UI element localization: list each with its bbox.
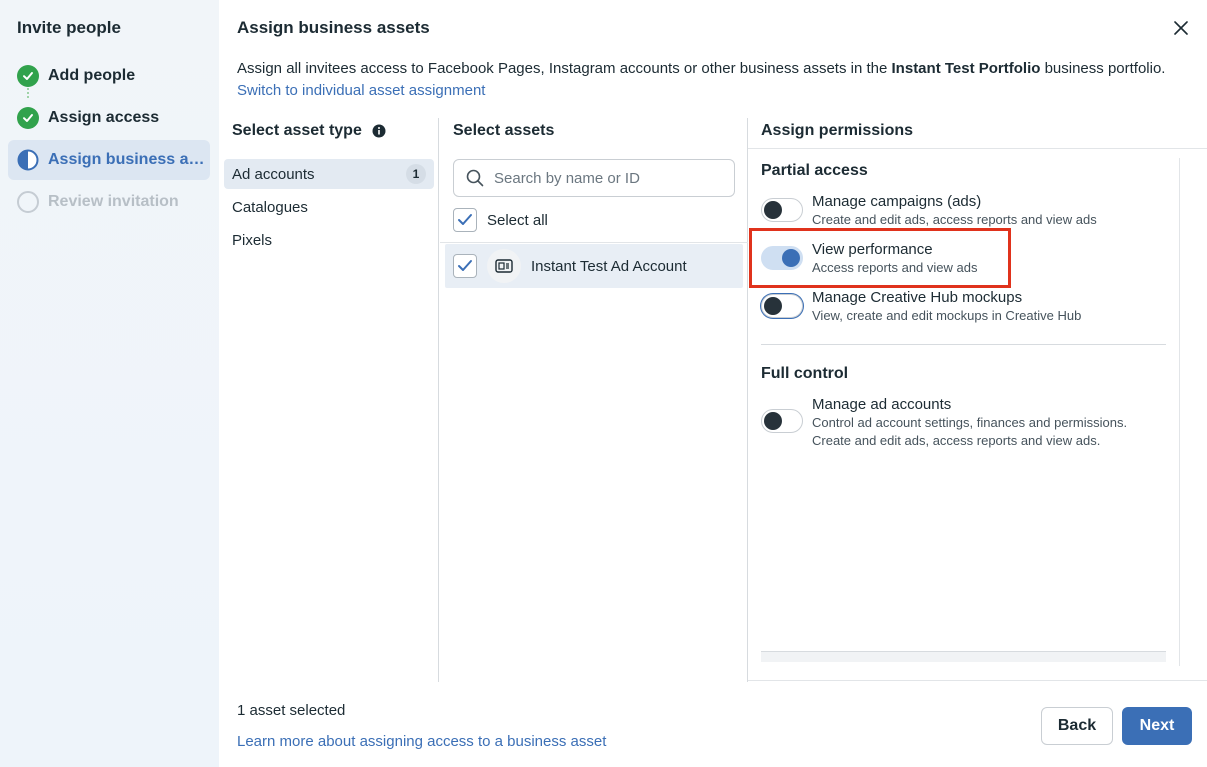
info-icon[interactable]	[372, 124, 386, 138]
back-button[interactable]: Back	[1041, 707, 1113, 745]
ad-account-icon	[487, 249, 521, 283]
step-add-people[interactable]: Add people	[8, 56, 210, 96]
switch-individual-assignment-link[interactable]: Switch to individual asset assignment	[237, 82, 485, 99]
step-connector	[27, 88, 29, 98]
search-input[interactable]	[494, 169, 724, 187]
checkmark-icon	[458, 214, 472, 225]
perm-desc: View, create and edit mockups in Creativ…	[812, 308, 1082, 323]
asset-name: Instant Test Ad Account	[531, 257, 687, 275]
assets-selected-count: 1 asset selected	[237, 702, 346, 719]
full-control-title: Full control	[761, 365, 849, 382]
scrollbar-track[interactable]	[1179, 158, 1180, 666]
step-label: Assign access	[48, 109, 160, 126]
dialog-description: Assign all invitees access to Facebook P…	[237, 60, 1166, 99]
divider	[748, 148, 1207, 149]
step-assign-access[interactable]: Assign access	[8, 98, 210, 138]
asset-type-header: Select asset type	[219, 118, 438, 144]
dialog-title: Assign business assets	[237, 18, 430, 37]
assign-assets-dialog: Assign business assets Assign all invite…	[219, 0, 1207, 767]
asset-search-box[interactable]	[453, 159, 735, 197]
perm-desc: Control ad account settings, finances an…	[812, 415, 1128, 448]
empty-circle-icon	[17, 191, 39, 213]
asset-checkbox[interactable]	[453, 254, 477, 278]
asset-type-catalogues[interactable]: Catalogues	[224, 192, 434, 222]
select-all-checkbox[interactable]: Select all	[453, 208, 548, 232]
check-circle-icon	[17, 65, 39, 87]
checkbox-checked[interactable]	[453, 208, 477, 232]
toggle-switch[interactable]	[761, 294, 803, 318]
divider	[440, 242, 748, 243]
step-label: Assign business assets	[48, 151, 208, 168]
perm-manage-ad-accounts: Manage ad accounts Control ad account se…	[761, 396, 1127, 450]
asset-type-pixels[interactable]: Pixels	[224, 225, 434, 255]
portfolio-name: Instant Test Portfolio	[891, 60, 1041, 77]
step-label: Review invitation	[48, 193, 179, 210]
invite-stepper-sidebar: Invite people Add people Assign access A…	[0, 0, 219, 767]
perm-title: Manage campaigns (ads)	[812, 193, 982, 210]
asset-type-ad-accounts[interactable]: Ad accounts 1	[224, 159, 434, 189]
assets-header: Select assets	[453, 122, 555, 139]
learn-more-link[interactable]: Learn more about assigning access to a b…	[237, 733, 606, 750]
permissions-column: Assign permissions Partial access Manage…	[748, 118, 1207, 681]
search-icon	[466, 169, 484, 187]
checkmark-icon	[458, 260, 472, 271]
perm-manage-campaigns: Manage campaigns (ads) Create and edit a…	[761, 193, 1097, 229]
asset-type-column: Select asset type Ad accounts 1 Catalogu…	[219, 118, 439, 682]
scroll-fade	[761, 652, 1166, 662]
close-icon	[1174, 21, 1188, 35]
permissions-header: Assign permissions	[761, 122, 914, 139]
highlight-annotation-box	[749, 228, 1011, 288]
section-divider	[761, 344, 1166, 345]
asset-row-instant-test-ad-account[interactable]: Instant Test Ad Account	[445, 244, 743, 288]
perm-title: Manage Creative Hub mockups	[812, 289, 1023, 306]
toggle-switch[interactable]	[761, 409, 803, 433]
check-circle-icon	[17, 107, 39, 129]
assets-column: Select assets Select all Instant Test Ad…	[440, 118, 748, 682]
partial-access-title: Partial access	[761, 162, 868, 179]
perm-title: Manage ad accounts	[812, 396, 952, 413]
next-button[interactable]: Next	[1122, 707, 1192, 745]
step-review-invitation: Review invitation	[8, 182, 210, 222]
toggle-knob	[764, 201, 782, 219]
sidebar-title: Invite people	[17, 18, 121, 37]
perm-manage-creative-hub: Manage Creative Hub mockups View, create…	[761, 289, 1081, 325]
count-badge: 1	[406, 164, 426, 184]
step-assign-business-assets[interactable]: Assign business assets	[8, 140, 210, 180]
toggle-knob	[764, 297, 782, 315]
toggle-knob	[764, 412, 782, 430]
toggle-switch[interactable]	[761, 198, 803, 222]
half-circle-icon	[17, 149, 39, 171]
close-button[interactable]	[1169, 16, 1193, 40]
step-label: Add people	[48, 67, 136, 84]
divider	[748, 680, 1207, 681]
perm-desc: Create and edit ads, access reports and …	[812, 212, 1097, 227]
select-all-label: Select all	[487, 211, 548, 229]
